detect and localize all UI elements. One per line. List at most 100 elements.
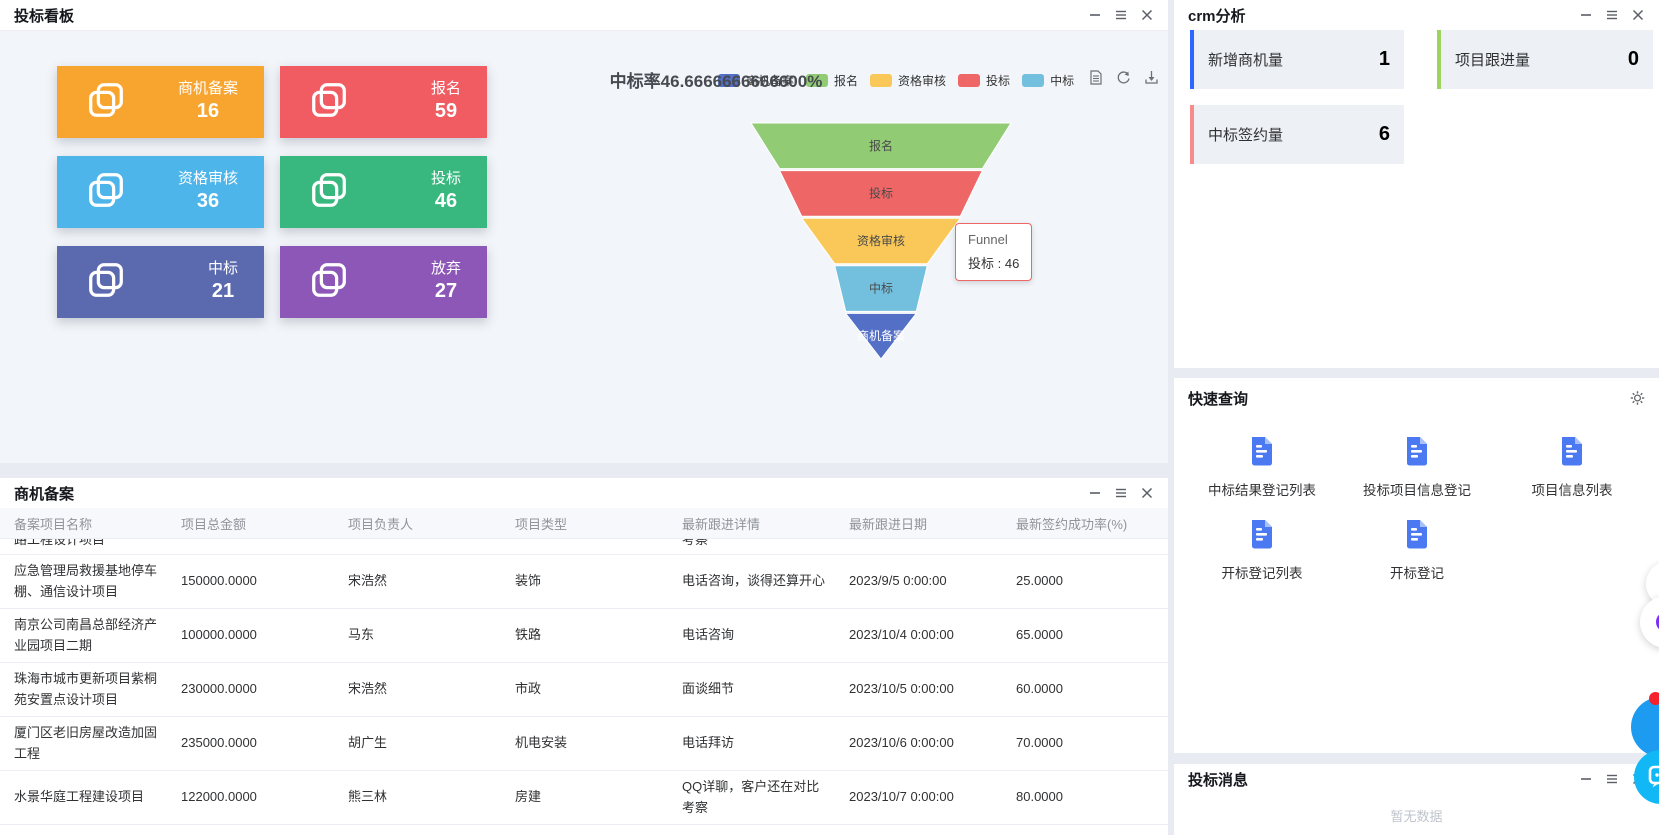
cell-follow-detail: 电话咨询，谈得还算开心 (682, 565, 849, 597)
chart-tooltip: Funnel 投标 : 46 (955, 223, 1032, 281)
panel-bid-messages: 投标消息 暂无数据 (1174, 764, 1659, 835)
column-header: 最新跟进日期 (849, 514, 1016, 533)
cell-follow-detail: 考察 (682, 539, 849, 548)
table-row[interactable]: 南京公司南昌总部经济产业园项目二期 100000.0000 马东 铁路 电话咨询… (0, 609, 1168, 663)
panel-bidding-board-header: 投标看板 (0, 0, 1168, 31)
quick-link-opening-register[interactable]: 开标登记 (1342, 518, 1492, 582)
cell-owner: 马东 (348, 619, 515, 651)
quick-link-bid-project-info[interactable]: 投标项目信息登记 (1342, 435, 1492, 499)
document-icon (1402, 518, 1432, 550)
kpi-label: 项目跟进量 (1455, 49, 1530, 70)
panel-quick-query-header: 快速查询 (1174, 378, 1659, 418)
table-row[interactable]: 厦门区老旧房屋改造加固工程 235000.0000 胡广生 机电安装 电话拜访 … (0, 717, 1168, 771)
page-title: 投标看板 (14, 5, 74, 26)
crm-card-project-followups[interactable]: 项目跟进量 0 (1437, 30, 1653, 89)
table-row-clipped[interactable]: 路工程设计项目 考察 (0, 539, 1168, 555)
cell-success-rate: 70.0000 (1016, 727, 1168, 759)
cell-type: 房建 (515, 781, 682, 813)
cell-amount: 150000.0000 (181, 565, 348, 597)
menu-icon[interactable] (1113, 486, 1128, 501)
download-icon[interactable] (1143, 69, 1160, 86)
column-header: 项目总金额 (181, 514, 348, 533)
menu-icon[interactable] (1604, 772, 1619, 787)
quick-link-label: 开标登记列表 (1187, 562, 1337, 582)
notification-dot (1649, 692, 1659, 705)
quick-link-label: 项目信息列表 (1497, 479, 1647, 499)
legend-item[interactable]: 资格审核 (870, 72, 946, 89)
quick-link-label: 中标结果登记列表 (1187, 479, 1337, 499)
data-view-icon[interactable] (1087, 69, 1104, 86)
panel-bidding-board: 投标看板 商机备案16 报名59 资格审核36 (0, 0, 1168, 463)
panel-business-records-header: 商机备案 (0, 478, 1168, 508)
funnel-segment-label: 中标 (869, 281, 893, 296)
menu-icon[interactable] (1113, 8, 1128, 23)
quick-link-project-info-list[interactable]: 项目信息列表 (1497, 435, 1647, 499)
kpi-label: 中标签约量 (1208, 124, 1283, 145)
crm-card-win-signings[interactable]: 中标签约量 6 (1190, 105, 1404, 164)
close-icon[interactable] (1139, 486, 1154, 501)
document-icon (1247, 518, 1277, 550)
cell-follow-date: 2023/10/5 0:00:00 (849, 673, 1016, 705)
quick-link-win-result-list[interactable]: 中标结果登记列表 (1187, 435, 1337, 499)
cell-project-name: 珠海市城市更新项目紫桐苑安置点设计项目 (14, 663, 181, 715)
cell-owner: 熊三林 (348, 781, 515, 813)
cell-owner: 胡广生 (348, 727, 515, 759)
cell-success-rate: 60.0000 (1016, 673, 1168, 705)
cell-amount: 100000.0000 (181, 619, 348, 651)
document-icon (1247, 435, 1277, 467)
cell-success-rate: 65.0000 (1016, 619, 1168, 651)
column-header: 项目负责人 (348, 514, 515, 533)
chat-bubble-icon (1646, 762, 1659, 792)
crm-card-new-opportunities[interactable]: 新增商机量 1 (1190, 30, 1404, 89)
panel-title: crm分析 (1188, 5, 1246, 26)
legend-label: 中标 (1050, 72, 1074, 89)
table-row[interactable]: 水景华庭工程建设项目 122000.0000 熊三林 房建 QQ详聊，客户还在对… (0, 771, 1168, 825)
bidding-board-body: 商机备案16 报名59 资格审核36 投标46 中标21 (0, 31, 1168, 463)
legend-item[interactable]: 中标 (1022, 72, 1074, 89)
chart-toolbox (1087, 69, 1160, 86)
cell-success-rate: 80.0000 (1016, 781, 1168, 813)
document-icon (1557, 435, 1587, 467)
cell-owner: 宋浩然 (348, 565, 515, 597)
cell-owner: 宋浩然 (348, 673, 515, 705)
cell-follow-detail: 电话拜访 (682, 727, 849, 759)
column-header: 最新签约成功率(%) (1016, 514, 1168, 533)
cell-follow-date: 2023/9/5 0:00:00 (849, 565, 1016, 597)
table-row[interactable]: 珠海市城市更新项目紫桐苑安置点设计项目 230000.0000 宋浩然 市政 面… (0, 663, 1168, 717)
funnel-segment-label: 商机备案 (857, 328, 905, 343)
legend-item[interactable]: 投标 (958, 72, 1010, 89)
cell-follow-detail: 电话咨询 (682, 619, 849, 651)
minimize-icon[interactable] (1087, 486, 1102, 501)
kpi-value: 0 (1628, 48, 1639, 71)
cell-type: 装饰 (515, 565, 682, 597)
minimize-icon[interactable] (1578, 772, 1593, 787)
spiral-icon (1653, 609, 1659, 635)
table-header-row: 备案项目名称 项目总金额 项目负责人 项目类型 最新跟进详情 最新跟进日期 最新… (0, 508, 1168, 539)
panel-crm-analysis: crm分析 新增商机量 1 项目跟进量 0 中标签约量 6 (1174, 0, 1659, 368)
gear-icon[interactable] (1630, 391, 1645, 406)
window-controls (1578, 8, 1645, 23)
cell-project-name: 路工程设计项目 (14, 539, 181, 548)
cell-project-name: 厦门区老旧房屋改造加固工程 (14, 717, 181, 769)
legend-label: 投标 (986, 72, 1010, 89)
quick-link-opening-register-list[interactable]: 开标登记列表 (1187, 518, 1337, 582)
cell-follow-date: 2023/10/4 0:00:00 (849, 619, 1016, 651)
panel-business-records: 商机备案 备案项目名称 项目总金额 项目负责人 项目类型 最新跟进详情 最新跟进… (0, 478, 1168, 835)
column-header: 项目类型 (515, 514, 682, 533)
menu-icon[interactable] (1604, 8, 1619, 23)
cell-project-name: 应急管理局救援基地停车棚、通信设计项目 (14, 555, 181, 607)
panel-title: 投标消息 (1188, 769, 1248, 790)
cell-project-name: 南京公司南昌总部经济产业园项目二期 (14, 609, 181, 661)
cell-success-rate: 25.0000 (1016, 565, 1168, 597)
header-tools (1630, 391, 1645, 406)
funnel-segment-label: 报名 (869, 138, 893, 153)
minimize-icon[interactable] (1578, 8, 1593, 23)
table-row[interactable]: 应急管理局救援基地停车棚、通信设计项目 150000.0000 宋浩然 装饰 电… (0, 555, 1168, 609)
minimize-icon[interactable] (1087, 8, 1102, 23)
cell-type: 铁路 (515, 619, 682, 651)
close-icon[interactable] (1139, 8, 1154, 23)
cell-type: 市政 (515, 673, 682, 705)
refresh-icon[interactable] (1115, 69, 1132, 86)
kpi-label: 新增商机量 (1208, 49, 1283, 70)
close-icon[interactable] (1630, 8, 1645, 23)
